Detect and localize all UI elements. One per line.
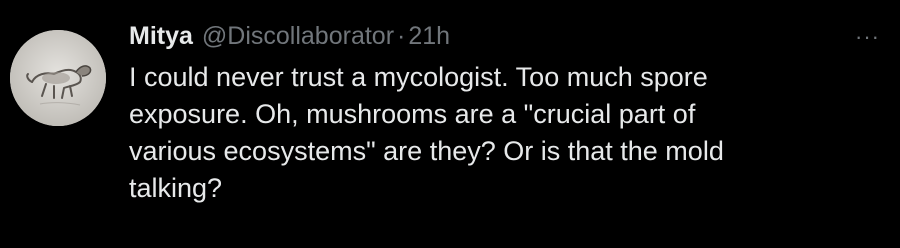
author-name[interactable]: Mitya [129, 14, 193, 58]
avatar-dog-image [10, 30, 106, 126]
tweet-content: Mitya @Discollaborator · 21h I could nev… [129, 14, 869, 207]
tweet-text: I could never trust a mycologist. Too mu… [129, 62, 724, 203]
more-horizontal-icon[interactable]: ··· [855, 26, 880, 48]
header-separator: · [397, 22, 406, 50]
tweet-card[interactable]: Mitya @Discollaborator · 21h I could nev… [0, 0, 900, 248]
tweet-header: Mitya @Discollaborator · 21h [129, 14, 869, 58]
avatar[interactable] [10, 30, 106, 126]
tweet-timestamp[interactable]: 21h [408, 14, 450, 58]
author-handle[interactable]: @Discollaborator [202, 14, 394, 58]
